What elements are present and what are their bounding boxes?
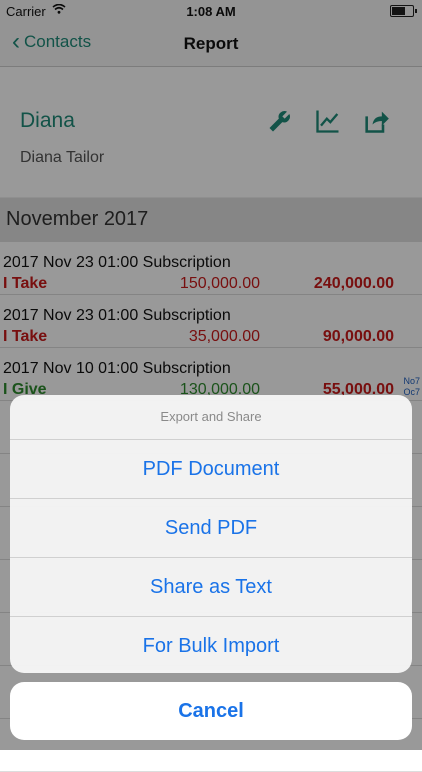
send-pdf-option[interactable]: Send PDF xyxy=(10,499,412,558)
share-as-text-option[interactable]: Share as Text xyxy=(10,558,412,617)
action-sheet-title: Export and Share xyxy=(10,395,412,440)
export-action-sheet: Export and Share PDF Document Send PDF S… xyxy=(10,395,412,673)
bulk-import-option[interactable]: For Bulk Import xyxy=(10,617,412,673)
pdf-document-option[interactable]: PDF Document xyxy=(10,440,412,499)
cancel-button[interactable]: Cancel xyxy=(10,682,412,740)
